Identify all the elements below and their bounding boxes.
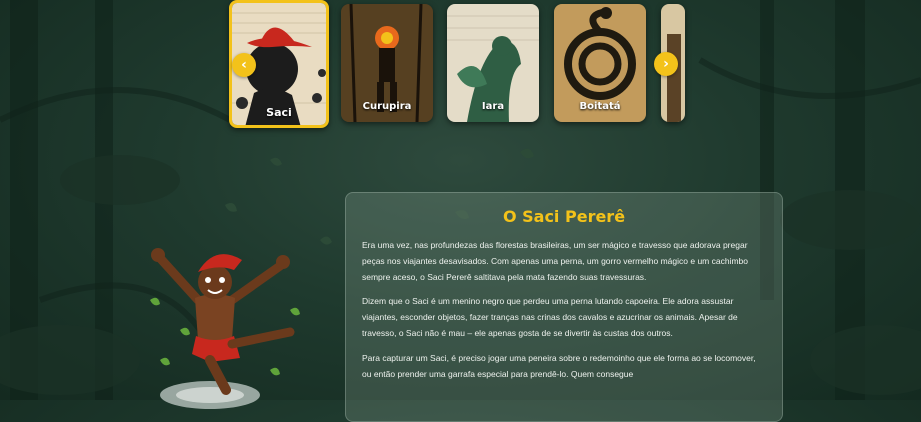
card-label: Boitatá [579, 101, 621, 112]
chevron-right-icon: › [663, 56, 669, 72]
card-label: Iara [481, 101, 505, 112]
saci-character-illustration [150, 248, 300, 409]
carousel-next-button[interactable]: › [654, 52, 678, 76]
carousel-prev-button[interactable]: ‹ [232, 53, 256, 77]
story-title: O Saci Pererê [502, 207, 626, 226]
card-curupira[interactable]: Curupira [341, 4, 433, 122]
chevron-left-icon: ‹ [241, 57, 247, 73]
story-paragraph: Era uma vez, nas profundezas das florest… [362, 240, 749, 282]
card-boitata[interactable]: Boitatá [554, 4, 646, 122]
story-paragraph: Para capturar um Saci, é preciso jogar u… [362, 352, 756, 379]
story-paragraph: Dizem que o Saci é um menino negro que p… [362, 296, 738, 338]
card-iara[interactable]: Iara [447, 4, 539, 122]
card-label: Curupira [362, 101, 412, 112]
card-label: Saci [266, 106, 292, 119]
legend-carousel: Saci Curupira Iara Boitatá ‹ › [227, 0, 685, 132]
story-panel: O Saci Pererê Era uma vez, nas profundez… [345, 192, 783, 422]
